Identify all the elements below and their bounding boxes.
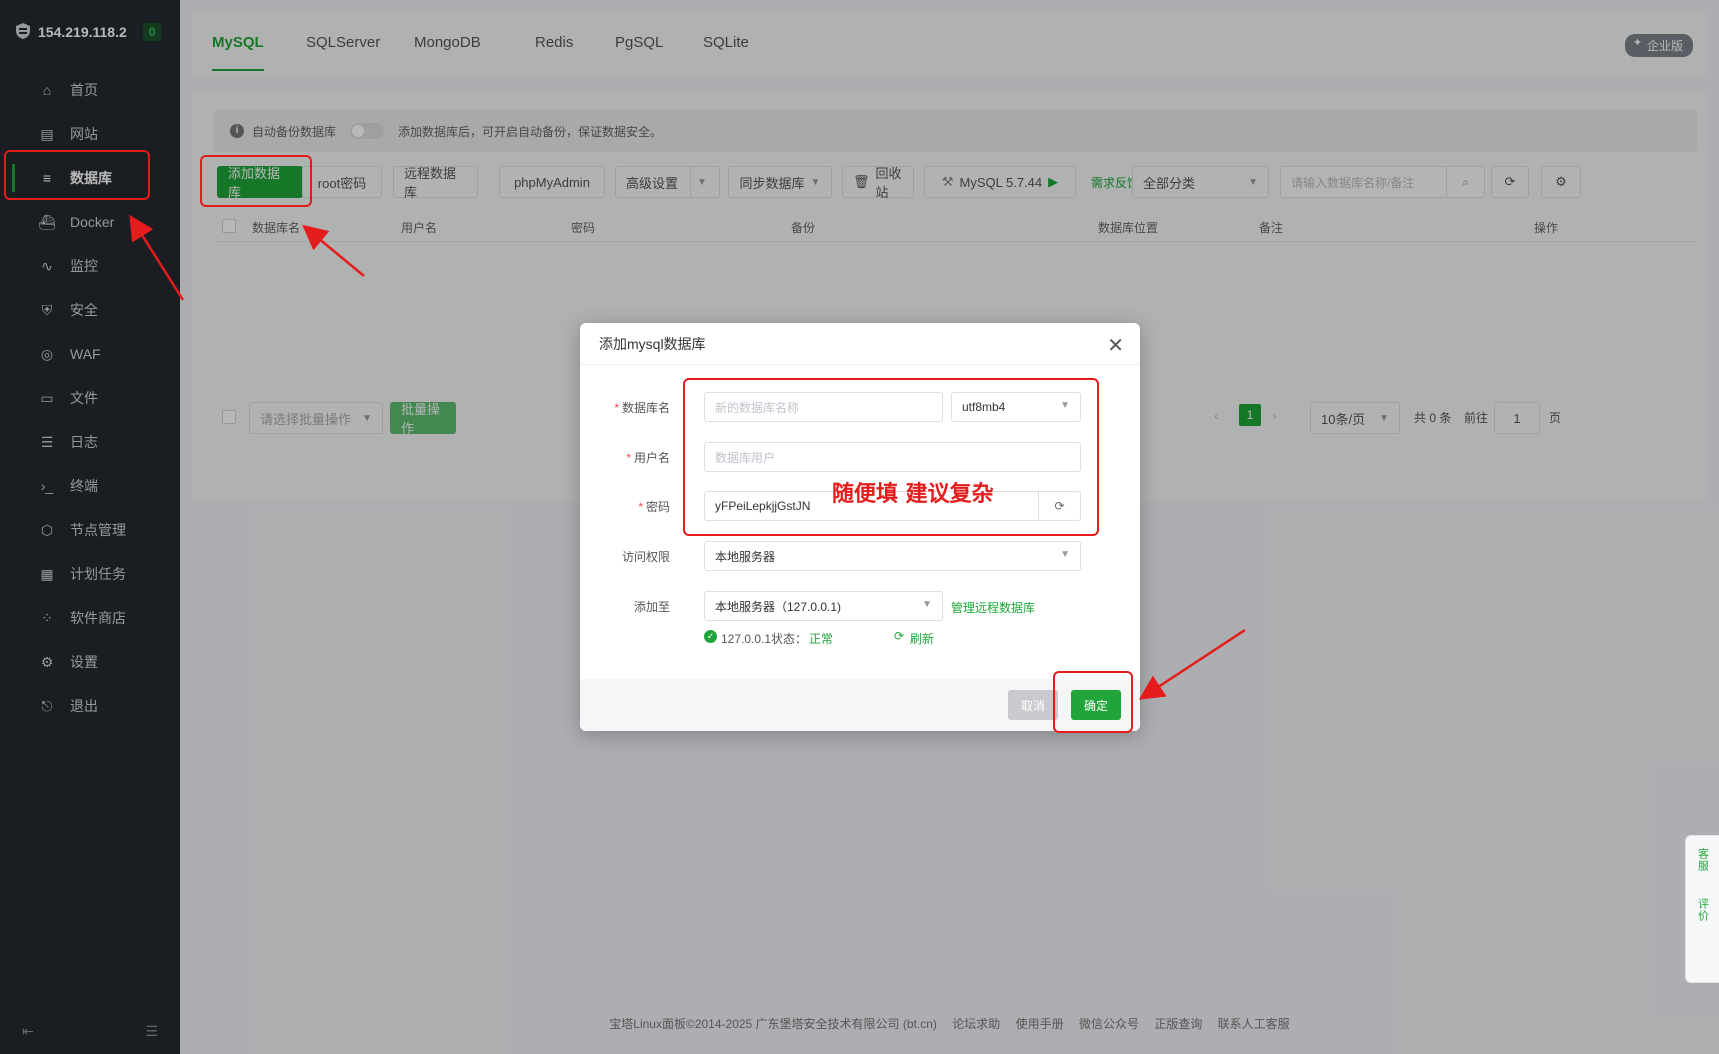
password-label: * 密码 <box>638 500 670 514</box>
username-label: * 用户名 <box>626 451 670 465</box>
cancel-button[interactable]: 取消 <box>1008 690 1058 720</box>
annotation-box-add-db <box>200 155 312 207</box>
access-label: 访问权限 <box>621 550 670 564</box>
status-row: ✓ 127.0.0.1状态： 正常 ⟳ 刷新 <box>580 629 1140 647</box>
close-icon[interactable]: ✕ <box>1107 333 1124 358</box>
annotation-box-sidebar <box>4 150 150 200</box>
annotation-box-confirm <box>1053 671 1133 733</box>
add-to-value: 本地服务器（127.0.0.1) <box>715 599 842 614</box>
review-button[interactable]: 评价 <box>1695 898 1711 922</box>
manage-remote-db-link[interactable]: 管理远程数据库 <box>951 599 1035 616</box>
add-to-label: 添加至 <box>633 600 670 614</box>
add-to-row: 添加至 本地服务器（127.0.0.1) ▼ 管理远程数据库 <box>580 591 1140 621</box>
chevron-down-icon: ▼ <box>1060 549 1070 560</box>
annotation-text: 随便填 建议复杂 <box>832 482 994 507</box>
customer-service-button[interactable]: 客服 <box>1695 848 1711 872</box>
access-value: 本地服务器 <box>715 549 776 564</box>
status-host: 127.0.0.1状态： <box>721 632 808 646</box>
dialog-title: 添加mysql数据库 <box>580 323 1140 365</box>
side-widget: 客服 评价 <box>1685 835 1719 983</box>
access-select[interactable]: 本地服务器 ▼ <box>704 541 1081 571</box>
check-circle-icon: ✓ <box>704 630 717 643</box>
chevron-down-icon: ▼ <box>922 599 932 610</box>
add-to-select[interactable]: 本地服务器（127.0.0.1) ▼ <box>704 591 943 621</box>
access-row: 访问权限 本地服务器 ▼ <box>580 541 1140 571</box>
refresh-status-link[interactable]: 刷新 <box>910 630 934 647</box>
refresh-status-icon[interactable]: ⟳ <box>894 629 904 643</box>
annotation-box-form <box>683 378 1099 536</box>
status-value: 正常 <box>809 632 834 646</box>
db-name-label: * 数据库名 <box>614 401 670 415</box>
